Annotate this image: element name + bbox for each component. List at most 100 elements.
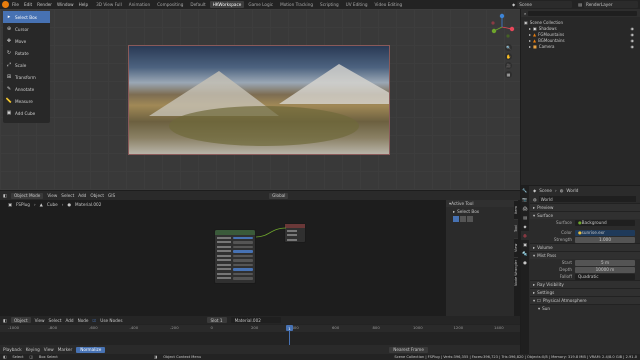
- menu-view[interactable]: View: [35, 318, 45, 323]
- navigation-gizmo[interactable]: [488, 13, 516, 41]
- object-tab-icon[interactable]: ▣: [521, 240, 529, 249]
- tab-item[interactable]: Item: [514, 200, 518, 219]
- workspace-tab[interactable]: Game Logic: [245, 1, 276, 8]
- select-new-icon[interactable]: [453, 216, 459, 222]
- mode-dropdown[interactable]: Object Mode: [10, 192, 44, 199]
- tool-transform[interactable]: ⊞ Transform: [3, 71, 50, 83]
- expand-icon[interactable]: ▸: [529, 32, 531, 37]
- menu-marker[interactable]: Marker: [58, 347, 72, 352]
- zoom-icon[interactable]: 🔍: [505, 44, 512, 51]
- eye-icon[interactable]: ◉: [631, 38, 635, 43]
- slot-dropdown[interactable]: Slot 1: [206, 317, 227, 323]
- workspace-tab[interactable]: Video Editing: [372, 1, 406, 8]
- tool-add-cube[interactable]: ▣ Add Cube: [3, 107, 50, 119]
- eye-icon[interactable]: ◉: [631, 44, 635, 49]
- tool-tab-icon[interactable]: 🔧: [521, 186, 529, 195]
- material-tab-icon[interactable]: ●: [521, 258, 529, 267]
- section-mist[interactable]: ▾ Mist Pass: [530, 251, 640, 259]
- transform-orientation-dropdown[interactable]: Global: [269, 192, 289, 199]
- expand-icon[interactable]: ▸: [529, 38, 531, 43]
- mist-falloff-select[interactable]: Quadratic: [575, 273, 635, 280]
- menu-node[interactable]: Node: [78, 318, 89, 323]
- expand-icon[interactable]: ▸: [529, 44, 531, 49]
- output-tab-icon[interactable]: 🖨: [521, 204, 529, 213]
- tab-tool[interactable]: Tool: [514, 219, 518, 238]
- checkbox-icon[interactable]: ☐: [537, 298, 541, 303]
- tool-select-box[interactable]: ▸ Select Box: [3, 11, 50, 23]
- expand-icon[interactable]: ▸: [529, 26, 531, 31]
- eye-icon[interactable]: ◉: [631, 32, 635, 37]
- mist-depth-field[interactable]: 10000 m: [575, 266, 635, 273]
- normalize-toggle[interactable]: Normalize: [76, 346, 106, 353]
- pan-hand-icon[interactable]: ✋: [505, 53, 512, 60]
- menu-render[interactable]: Render: [37, 2, 52, 7]
- menu-object[interactable]: Object: [90, 193, 104, 198]
- scene-selector[interactable]: ◆ Scene: [512, 1, 572, 8]
- select-extend-icon[interactable]: [460, 216, 466, 222]
- workspace-tab[interactable]: Motion Tracking: [277, 1, 316, 8]
- menu-add[interactable]: Add: [78, 193, 86, 198]
- workspace-tab[interactable]: Default: [187, 1, 208, 8]
- workspace-tab[interactable]: Compositing: [154, 1, 186, 8]
- timeline-ruler[interactable]: -1000 -800 -600 -400 -200 0 200 400 600 800 1000 12…: [0, 325, 520, 332]
- section-settings[interactable]: ▸ Settings: [530, 288, 640, 296]
- render-tab-icon[interactable]: 📷: [521, 195, 529, 204]
- view-layer-selector[interactable]: ▤ RenderLayer: [578, 1, 638, 8]
- menu-add[interactable]: Add: [65, 318, 73, 323]
- tool-annotate[interactable]: ✎ Annotate: [3, 83, 50, 95]
- editor-type-icon[interactable]: ◧: [3, 193, 7, 198]
- tab-view[interactable]: View: [514, 238, 518, 257]
- menu-keying[interactable]: Keying: [26, 347, 40, 352]
- active-tool-title[interactable]: ▾ Active Tool: [446, 200, 514, 207]
- workspace-tab-active[interactable]: HKWorkspace: [209, 1, 245, 8]
- workspace-tab[interactable]: 3D View Full: [93, 1, 125, 8]
- tool-measure[interactable]: 📏 Measure: [3, 95, 50, 107]
- section-surface[interactable]: ▾ Surface: [530, 211, 640, 219]
- section-sun[interactable]: ▾ Sun: [530, 304, 640, 312]
- tool-scale[interactable]: ⤢ Scale: [3, 59, 50, 71]
- select-subtract-icon[interactable]: [467, 216, 473, 222]
- tool-cursor[interactable]: ⊕ Cursor: [3, 23, 50, 35]
- surface-shader-field[interactable]: ● Background: [575, 219, 635, 226]
- world-tab-icon[interactable]: ◍: [521, 231, 529, 240]
- menu-view[interactable]: View: [47, 193, 57, 198]
- menu-edit[interactable]: Edit: [24, 2, 32, 7]
- tab-node-wrangler[interactable]: Node Wrangler: [514, 257, 518, 287]
- material-selector[interactable]: Material.002: [230, 317, 281, 323]
- menu-file[interactable]: File: [12, 2, 19, 7]
- camera-view-icon[interactable]: 🎥: [505, 62, 512, 69]
- outliner-filter-icon[interactable]: ⌕: [524, 11, 526, 16]
- use-nodes-checkbox[interactable]: ☑: [93, 318, 97, 323]
- strength-field[interactable]: 1.000: [575, 236, 635, 243]
- section-ray-visibility[interactable]: ▸ Ray Visibility: [530, 280, 640, 288]
- menu-gis[interactable]: GIS: [108, 193, 115, 198]
- modifier-tab-icon[interactable]: 🔩: [521, 249, 529, 258]
- color-texture-field[interactable]: ● sunrise.exr: [575, 229, 635, 236]
- workspace-tab[interactable]: UV Editing: [343, 1, 371, 8]
- outliner-item[interactable]: ▸ ■ Camera ◉: [524, 43, 637, 49]
- world-selector[interactable]: ◍ World: [530, 195, 640, 203]
- blender-logo-icon[interactable]: [2, 1, 9, 8]
- section-physical-atmosphere[interactable]: ▾ ☐ Physical Atmosphere: [530, 296, 640, 304]
- tool-rotate[interactable]: ↻ Rotate: [3, 47, 50, 59]
- grid-view-icon[interactable]: ▦: [505, 71, 512, 78]
- menu-help[interactable]: Help: [79, 2, 89, 7]
- section-preview[interactable]: ▸ Preview: [530, 203, 640, 211]
- menu-select[interactable]: Select: [61, 193, 74, 198]
- menu-select[interactable]: Select: [49, 318, 62, 323]
- menu-playback[interactable]: Playback: [3, 347, 22, 352]
- view-layer-tab-icon[interactable]: ▤: [521, 213, 529, 222]
- tool-move[interactable]: ✥ Move: [3, 35, 50, 47]
- outliner-search-input[interactable]: [528, 10, 637, 16]
- workspace-tab[interactable]: Scripting: [317, 1, 342, 8]
- section-volume[interactable]: ▸ Volume: [530, 243, 640, 251]
- material-output-node[interactable]: [284, 223, 306, 243]
- eye-icon[interactable]: ◉: [631, 26, 635, 31]
- snap-dropdown[interactable]: Nearest Frame: [389, 346, 428, 353]
- menu-window[interactable]: Window: [57, 2, 74, 7]
- active-tool-row[interactable]: ▸ Select Box: [446, 207, 514, 216]
- shader-editor-icon[interactable]: ◧: [3, 318, 7, 323]
- mist-start-field[interactable]: 5 m: [575, 259, 635, 266]
- workspace-tab[interactable]: Animation: [126, 1, 153, 8]
- shader-type-dropdown[interactable]: Object: [10, 317, 31, 323]
